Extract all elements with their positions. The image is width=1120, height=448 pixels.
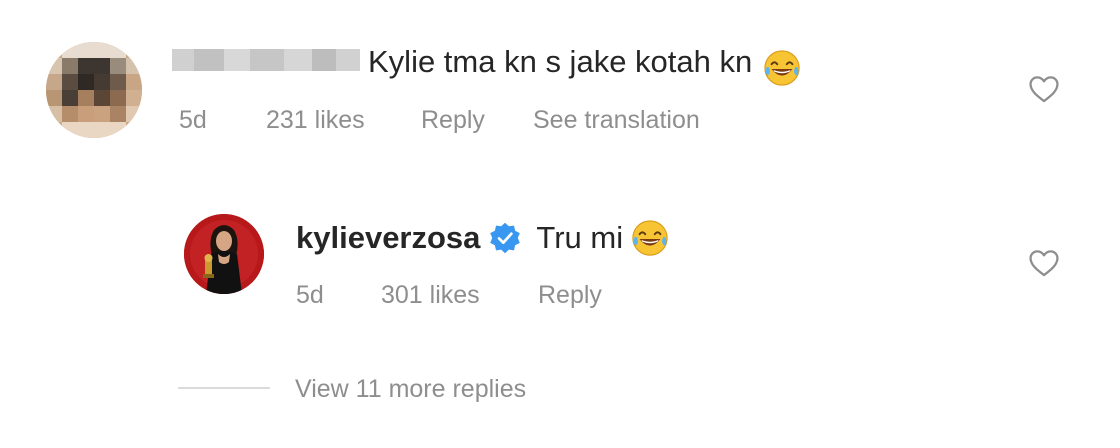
laughing-tears-emoji-icon	[764, 50, 800, 86]
person-photo-icon	[184, 214, 264, 294]
comment-likes-link[interactable]: 231 likes	[266, 106, 365, 135]
view-more-replies-button[interactable]: View 11 more replies	[295, 375, 526, 404]
comment-body: Kylie tma kn s jake kotah kn	[368, 44, 801, 87]
reply-text: Tru mi	[536, 220, 624, 255]
comment-time: 5d	[179, 106, 207, 134]
like-heart-icon[interactable]	[1027, 246, 1061, 280]
reply-likes-link[interactable]: 301 likes	[381, 281, 480, 310]
laughing-tears-emoji-icon	[632, 220, 668, 256]
replies-divider	[178, 387, 270, 389]
reply-header: kylieverzosa Tru mi	[296, 219, 669, 257]
commenter-username-blurred[interactable]	[172, 46, 362, 74]
commenter-avatar-blurred[interactable]	[46, 42, 142, 138]
reply-button[interactable]: Reply	[538, 281, 602, 310]
like-heart-icon[interactable]	[1027, 72, 1061, 106]
verified-badge-icon	[490, 222, 521, 254]
see-translation-button[interactable]: See translation	[533, 106, 700, 135]
reply-username-link[interactable]: kylieverzosa	[296, 220, 480, 256]
comment-text: Kylie tma kn s jake kotah kn	[368, 44, 753, 79]
reply-time: 5d	[296, 281, 324, 309]
reply-button[interactable]: Reply	[421, 106, 485, 135]
reply-avatar[interactable]	[184, 214, 264, 294]
